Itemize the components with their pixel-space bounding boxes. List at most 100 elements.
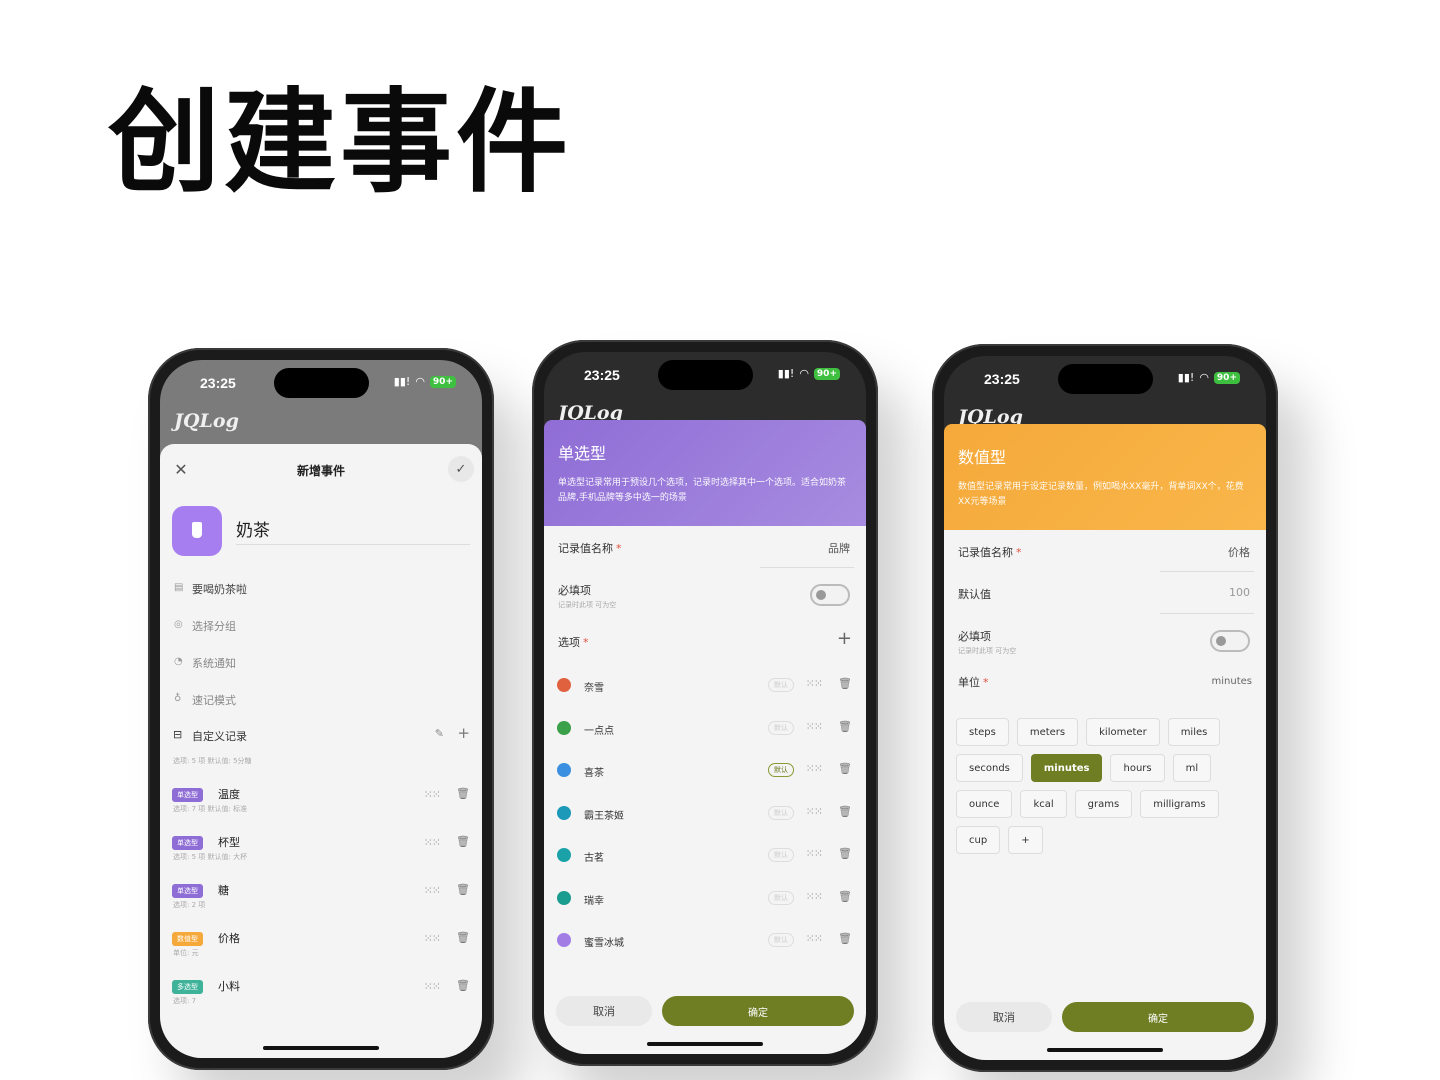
event-option-row[interactable]: ◔ 系统通知 xyxy=(160,644,482,681)
drag-handle-icon[interactable]: ⁙⁙ xyxy=(424,752,441,753)
required-toggle[interactable] xyxy=(810,584,850,606)
color-dot[interactable] xyxy=(557,763,571,777)
unit-chip[interactable]: ounce xyxy=(956,790,1013,818)
drag-handle-icon[interactable]: ⁙⁙ xyxy=(806,847,823,860)
unit-chip[interactable]: kilometer xyxy=(1086,718,1160,746)
trash-icon[interactable]: 🗑 xyxy=(838,805,852,818)
default-chip[interactable]: 默认 xyxy=(768,890,794,905)
drag-handle-icon[interactable]: ⁙⁙ xyxy=(806,762,823,775)
ok-button[interactable]: 确定 xyxy=(1062,1002,1254,1032)
trash-icon[interactable]: 🗑 xyxy=(838,890,852,903)
ok-button[interactable]: 确定 xyxy=(662,996,854,1026)
default-value[interactable]: 100 xyxy=(1229,586,1250,599)
default-chip[interactable]: 默认 xyxy=(768,678,794,692)
unit-chip[interactable]: milligrams xyxy=(1140,790,1219,818)
unit-chip[interactable]: meters xyxy=(1016,718,1079,746)
unit-chip[interactable]: miles xyxy=(1167,718,1221,746)
list-item[interactable]: 单选型 糖 选项: 2 项 ⁙⁙ 🗑 xyxy=(160,878,482,926)
color-dot[interactable] xyxy=(557,890,571,905)
drag-handle-icon[interactable]: ⁙⁙ xyxy=(806,890,823,903)
trash-icon[interactable]: 🗑 xyxy=(456,979,470,992)
default-value-field[interactable]: 默认值 100 xyxy=(944,572,1266,614)
drag-handle-icon[interactable]: ⁙⁙ xyxy=(424,884,441,897)
trash-icon[interactable]: 🗑 xyxy=(456,835,470,848)
trash-icon[interactable]: 🗑 xyxy=(456,883,470,896)
trash-icon[interactable]: 🗑 xyxy=(838,847,852,860)
drag-handle-icon[interactable]: ⁙⁙ xyxy=(806,805,823,818)
required-toggle[interactable] xyxy=(1210,630,1250,652)
milk-tea-icon[interactable] xyxy=(172,506,222,556)
color-dot[interactable] xyxy=(557,678,571,692)
unit-chip[interactable]: seconds xyxy=(956,754,1023,782)
unit-chip[interactable]: kcal xyxy=(1020,790,1067,818)
list-item[interactable]: 选项: 5 项 默认值: 5分糖 ⁙⁙ 🗑 xyxy=(160,752,482,782)
drag-handle-icon[interactable]: ⁙⁙ xyxy=(806,677,823,690)
drag-handle-icon[interactable]: ⁙⁙ xyxy=(806,720,823,733)
trash-icon[interactable]: 🗑 xyxy=(456,931,470,944)
trash-icon[interactable]: 🗑 xyxy=(838,932,852,945)
options-label: 选项 * xyxy=(558,636,589,649)
drag-handle-icon[interactable]: ⁙⁙ xyxy=(424,932,441,945)
field-value[interactable]: 品牌 xyxy=(828,540,850,556)
status-bar: 23:25 ▮▮! ◠ 90+ xyxy=(544,352,866,398)
list-item[interactable]: 单选型 杯型 选项: 5 项 默认值: 大杯 ⁙⁙ 🗑 xyxy=(160,830,482,878)
option-row[interactable]: 奈雪 默认 ⁙⁙ 🗑 xyxy=(544,664,866,706)
trash-icon[interactable]: 🗑 xyxy=(838,720,852,733)
required-label: 必填项 xyxy=(958,630,991,643)
pin-icon[interactable]: ✎ xyxy=(435,727,444,740)
add-option-icon[interactable]: + xyxy=(837,628,852,649)
option-row[interactable]: 喜茶 默认 ⁙⁙ 🗑 xyxy=(544,749,866,791)
unit-chip[interactable]: cup xyxy=(956,826,1001,854)
option-row[interactable]: 肯德基 默认 ⁙⁙ 🗑 xyxy=(544,962,866,965)
drag-handle-icon[interactable]: ⁙⁙ xyxy=(424,836,441,849)
color-dot[interactable] xyxy=(557,805,571,820)
default-chip[interactable]: 默认 xyxy=(768,933,794,947)
option-row[interactable]: 霸王茶姬 默认 ⁙⁙ 🗑 xyxy=(544,792,866,834)
dynamic-island xyxy=(274,368,369,398)
trash-icon[interactable]: 🗑 xyxy=(838,762,852,775)
event-name-input[interactable]: 奶茶 xyxy=(236,516,270,541)
drag-handle-icon[interactable]: ⁙⁙ xyxy=(424,788,441,801)
event-option-row[interactable]: ▤ 要喝奶茶啦 xyxy=(160,570,482,607)
cancel-button[interactable]: 取消 xyxy=(556,996,652,1026)
unit-chip[interactable]: hours xyxy=(1110,754,1165,782)
trash-icon[interactable]: 🗑 xyxy=(838,677,852,690)
drag-handle-icon[interactable]: ⁙⁙ xyxy=(424,980,441,993)
record-name-field[interactable]: 记录值名称 * 品牌 xyxy=(544,526,866,568)
field-value[interactable]: 价格 xyxy=(1228,544,1250,560)
event-option-row[interactable]: ♁ 速记模式 xyxy=(160,681,482,718)
required-sub: 记录时此项 可为空 xyxy=(958,647,1017,655)
unit-chip[interactable]: grams xyxy=(1074,790,1133,818)
color-dot[interactable] xyxy=(557,933,571,947)
unit-chip[interactable]: ml xyxy=(1172,754,1212,782)
cancel-button[interactable]: 取消 xyxy=(956,1002,1052,1032)
option-row[interactable]: 瑞幸 默认 ⁙⁙ 🗑 xyxy=(544,877,866,919)
unit-chip[interactable]: steps xyxy=(956,718,1009,746)
dynamic-island xyxy=(1058,364,1153,394)
option-name: 瑞幸 xyxy=(584,895,604,907)
option-row[interactable]: 古茗 默认 ⁙⁙ 🗑 xyxy=(544,834,866,876)
record-name-field[interactable]: 记录值名称 * 价格 xyxy=(944,530,1266,572)
drag-handle-icon[interactable]: ⁙⁙ xyxy=(806,932,823,945)
option-row[interactable]: 蜜雪冰城 默认 ⁙⁙ 🗑 xyxy=(544,919,866,961)
phone-new-event: 23:25 ▮▮! ◠ 90+ JQLog ✕ 新增事件 ✓ 奶茶 ▤ 要喝奶茶 xyxy=(148,348,494,1070)
list-item[interactable]: 数值型 价格 单位: 元 ⁙⁙ 🗑 xyxy=(160,926,482,974)
option-row[interactable]: 一点点 默认 ⁙⁙ 🗑 xyxy=(544,707,866,749)
list-item[interactable]: 多选型 小料 选项: 7 ⁙⁙ 🗑 xyxy=(160,974,482,1022)
add-unit-button[interactable]: + xyxy=(1008,826,1043,854)
confirm-check-icon[interactable]: ✓ xyxy=(448,456,474,482)
list-item[interactable]: 单选型 温度 选项: 7 项 默认值: 标准 ⁙⁙ 🗑 xyxy=(160,782,482,830)
unit-chip[interactable]: minutes xyxy=(1030,754,1103,782)
default-chip[interactable]: 默认 xyxy=(768,805,794,820)
record-name: 糖 xyxy=(218,884,229,897)
options-header: 选项 * + xyxy=(544,620,866,664)
event-option-row[interactable]: ◎ 选择分组 xyxy=(160,607,482,644)
note-icon: ▤ xyxy=(174,582,184,593)
default-chip[interactable]: 默认 xyxy=(768,848,794,862)
trash-icon[interactable]: 🗑 xyxy=(456,787,470,800)
default-chip[interactable]: 默认 xyxy=(768,763,794,777)
color-dot[interactable] xyxy=(557,848,571,862)
color-dot[interactable] xyxy=(557,720,571,735)
add-icon[interactable]: + xyxy=(457,724,470,742)
default-chip[interactable]: 默认 xyxy=(768,720,794,735)
